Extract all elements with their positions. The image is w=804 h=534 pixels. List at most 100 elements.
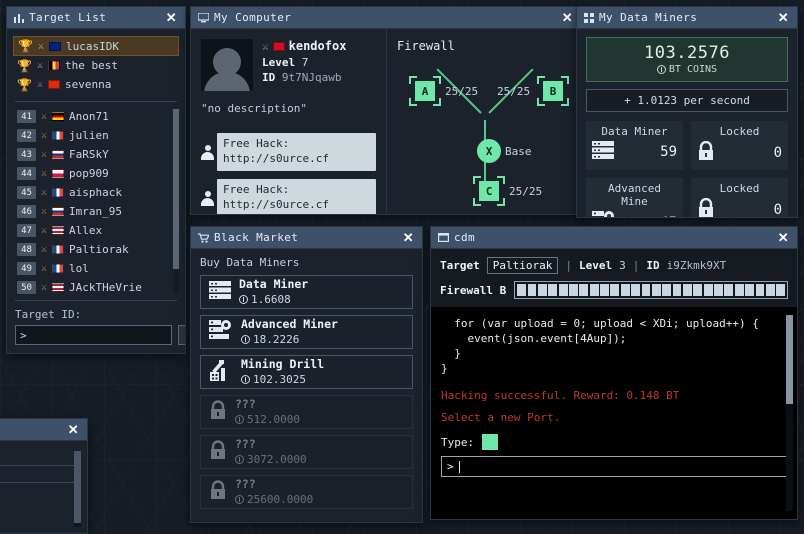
table-row[interactable]: 47 ⚔ Allex	[13, 221, 171, 240]
firewall-node-a[interactable]: A	[415, 81, 435, 101]
person-icon	[201, 190, 214, 207]
rank-badge: 46	[17, 205, 36, 218]
target-name: aisphack	[69, 186, 123, 199]
separator: |	[565, 259, 572, 272]
firewall-title: Firewall	[397, 39, 455, 53]
firewall-block	[776, 284, 786, 296]
market-item-data-miner[interactable]: Data Miner 1.6608	[200, 275, 413, 309]
scrollbar-thumb[interactable]	[173, 109, 179, 269]
wings-icon: ⚔	[36, 79, 43, 90]
target-id-label: Target ID:	[15, 308, 82, 321]
titlebar-my-computer[interactable]: My Computer ✕	[191, 7, 581, 29]
table-row[interactable]: 48 ⚔ Paltiorak	[13, 240, 171, 259]
window-target-list: Target List ✕ 🏆 ⚔ lucasIDK 🏆 ⚔ the best …	[6, 6, 186, 354]
titlebar-partial[interactable]: ✕	[0, 419, 87, 441]
command-input-line[interactable]: >	[441, 456, 787, 478]
status-message-prompt: Select a new Port.	[441, 411, 561, 425]
target-name: Anon71	[69, 110, 109, 123]
table-row[interactable]: 50 ⚔ JAckTHeVrie	[13, 278, 171, 295]
id-label: ID	[262, 71, 276, 84]
firewall-block	[589, 284, 599, 296]
target-scroll-list[interactable]: 41 ⚔ Anon71 42 ⚔ julien 43 ⚔ FaRSkY 44 ⚔ pop909 …	[13, 107, 179, 295]
table-row[interactable]: 49 ⚔ lol	[13, 259, 171, 278]
partial-body: ak and	[0, 441, 87, 533]
message-line-1: Free Hack:	[223, 137, 290, 150]
flag-icon	[52, 150, 65, 159]
rate-box: + 1.0123 per second	[586, 89, 788, 112]
titlebar-cdm[interactable]: cdm ✕	[431, 227, 797, 249]
market-item-mining-drill[interactable]: Mining Drill 102.3025	[200, 355, 413, 389]
go-button[interactable]: Go	[178, 325, 185, 345]
titlebar-black-market[interactable]: Black Market ✕	[191, 227, 422, 249]
table-row[interactable]: 44 ⚔ pop909	[13, 164, 171, 183]
firewall-block	[672, 284, 682, 296]
market-item-price: 25600.0000	[247, 492, 314, 506]
trophy-gold-icon: 🏆	[18, 39, 33, 53]
profile-level: Level 7	[262, 56, 376, 69]
flag-icon	[52, 245, 65, 254]
list-item[interactable]: 🏆 ⚔ lucasIDK	[13, 36, 179, 56]
cdm-header: Target Paltiorak | Level 3 | ID i9Zkmk9X…	[431, 249, 797, 307]
cart-icon	[198, 232, 209, 243]
miner-cell-data-miner[interactable]: Data Miner 59	[586, 121, 683, 170]
flag-icon	[52, 188, 65, 197]
target-id-input[interactable]	[15, 325, 172, 345]
firewall-node-b[interactable]: B	[543, 81, 563, 101]
table-row[interactable]: 43 ⚔ FaRSkY	[13, 145, 171, 164]
table-row[interactable]: 45 ⚔ aisphack	[13, 183, 171, 202]
titlebar-my-data-miners[interactable]: My Data Miners ✕	[577, 7, 797, 29]
server-icon	[592, 141, 614, 163]
firewall-node-c[interactable]: C	[479, 181, 499, 201]
market-item-price: 512.0000	[247, 412, 300, 426]
console-output[interactable]: for (var upload = 0; upload < XDi; uploa…	[431, 307, 797, 519]
target-name: sevenna	[64, 78, 112, 91]
lock-icon	[209, 399, 227, 425]
miner-cell-count: 0	[773, 145, 782, 161]
close-icon[interactable]: ✕	[164, 11, 179, 24]
wings-icon: ⚔	[41, 187, 48, 198]
close-icon[interactable]: ✕	[776, 231, 791, 244]
id-value: 9t7NJqawb	[281, 71, 342, 84]
target-name: Paltiorak	[69, 243, 129, 256]
divider	[0, 482, 79, 483]
lock-icon	[209, 479, 227, 505]
list-item[interactable]: 🏆 ⚔ sevenna	[13, 75, 179, 94]
scrollbar-thumb[interactable]	[74, 451, 81, 523]
target-name: Imran_95	[69, 205, 123, 218]
message-line-1: Free Hack:	[223, 182, 290, 196]
cdm-target-value[interactable]: Paltiorak	[486, 257, 559, 274]
type-row: Type:	[441, 434, 787, 451]
market-heading: Buy Data Miners	[200, 256, 300, 269]
window-icon	[438, 233, 449, 242]
table-row[interactable]: 46 ⚔ Imran_95	[13, 202, 171, 221]
miner-cell-count: 59	[660, 144, 677, 160]
close-icon[interactable]: ✕	[560, 11, 575, 24]
flag-icon	[52, 264, 65, 273]
type-color-swatch	[482, 434, 499, 451]
table-row[interactable]: 41 ⚔ Anon71	[13, 107, 171, 126]
close-icon[interactable]: ✕	[776, 11, 791, 24]
table-row[interactable]: 42 ⚔ julien	[13, 126, 171, 145]
list-item[interactable]: 🏆 ⚔ the best	[13, 56, 179, 75]
scrollbar-thumb[interactable]	[786, 315, 793, 405]
titlebar-target-list[interactable]: Target List ✕	[7, 7, 185, 29]
lock-icon	[209, 439, 227, 465]
firewall-block	[641, 284, 651, 296]
market-item-locked-3: ??? 25600.0000	[200, 475, 413, 509]
server-icon	[209, 281, 231, 303]
close-icon[interactable]: ✕	[66, 423, 81, 436]
wings-icon: ⚔	[41, 263, 48, 274]
rank-badge: 44	[17, 167, 36, 180]
market-item-name: ???	[235, 477, 256, 492]
flag-icon	[52, 112, 65, 121]
miner-cell-count: 0	[773, 202, 782, 217]
market-item-price-row: 3072.0000	[235, 453, 307, 466]
miner-cell-advanced-mine[interactable]: Advanced Mine 45	[586, 178, 683, 217]
market-item-price-row: 102.3025	[241, 373, 324, 386]
target-name: JAckTHeVrie	[69, 281, 142, 294]
market-item-advanced-miner[interactable]: Advanced Miner 18.2226	[200, 315, 413, 349]
close-icon[interactable]: ✕	[401, 231, 416, 244]
firewall-node-base[interactable]: X	[477, 139, 501, 163]
firewall-block	[610, 284, 620, 296]
profile-name-row: ⚔ kendofox	[262, 39, 376, 53]
